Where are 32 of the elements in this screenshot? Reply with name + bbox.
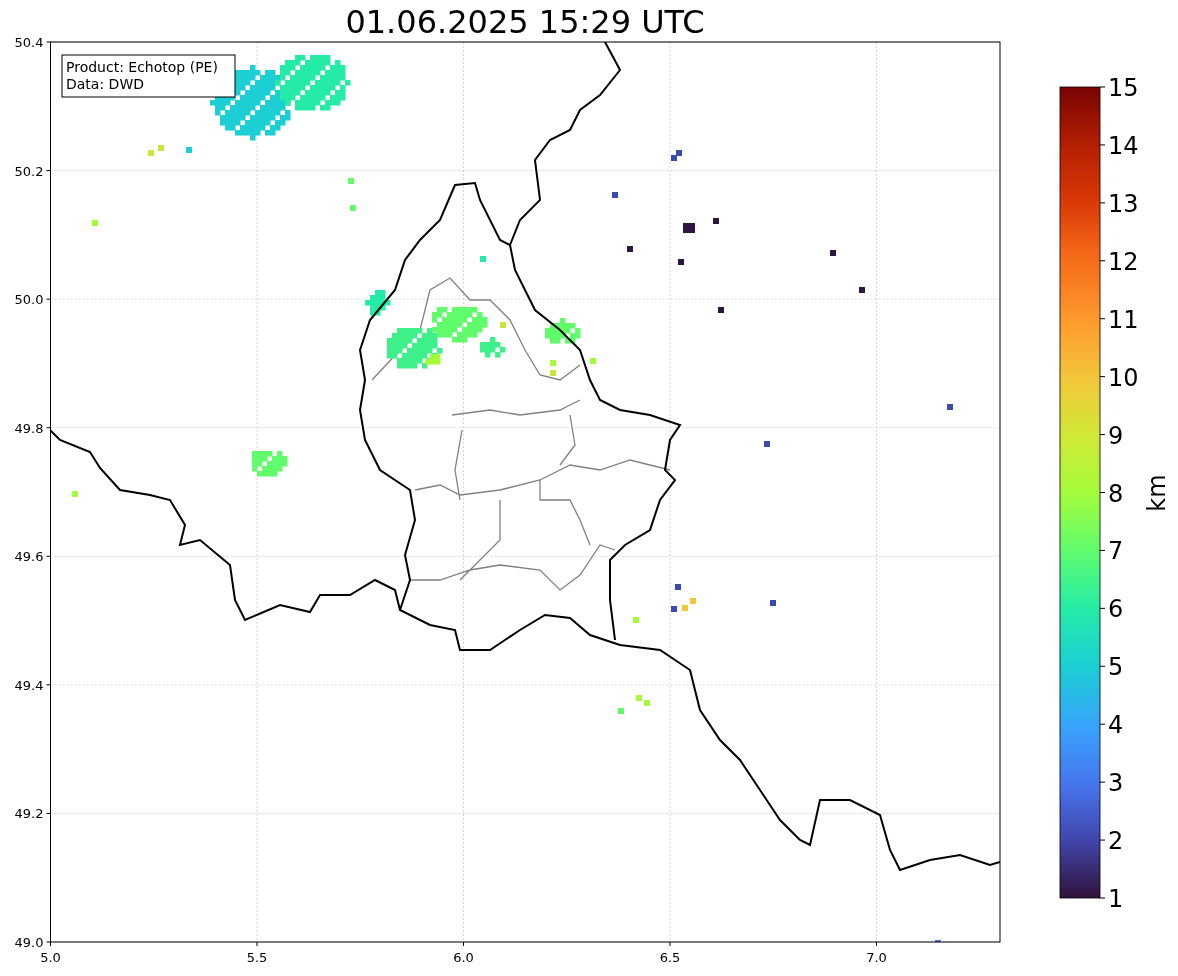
chart-title: 01.06.2025 15:29 UTC bbox=[345, 3, 705, 41]
colorbar-tick-label: 4 bbox=[1108, 711, 1124, 740]
colorbar-label: km bbox=[1143, 474, 1171, 512]
y-tick-label: 49.6 bbox=[14, 549, 44, 565]
colorbar-tick-label: 8 bbox=[1108, 479, 1124, 508]
x-tick-label: 7.0 bbox=[866, 950, 887, 965]
x-tick-label: 5.0 bbox=[40, 950, 61, 965]
colorbar-tick-label: 2 bbox=[1108, 827, 1124, 856]
colorbar-tick-label: 9 bbox=[1108, 421, 1124, 450]
x-tick-label: 6.5 bbox=[659, 950, 681, 965]
y-tick-label: 50.2 bbox=[14, 163, 44, 179]
colorbar-tick-label: 10 bbox=[1108, 363, 1139, 392]
x-tick-label: 6.0 bbox=[453, 950, 474, 965]
colorbar-tick-label: 3 bbox=[1108, 769, 1124, 798]
colorbar-tick-label: 11 bbox=[1108, 305, 1139, 334]
colorbar-tick-label: 6 bbox=[1108, 595, 1124, 624]
colorbar-tick-label: 12 bbox=[1108, 247, 1139, 276]
y-tick-label: 49.2 bbox=[14, 806, 44, 822]
colorbar-tick-label: 14 bbox=[1108, 131, 1139, 160]
y-tick-label: 50.0 bbox=[14, 292, 44, 308]
y-tick-label: 50.4 bbox=[14, 35, 44, 50]
y-tick-label: 49.8 bbox=[14, 420, 44, 436]
colorbar-tick-label: 5 bbox=[1108, 653, 1124, 682]
colorbar-tick-label: 13 bbox=[1108, 189, 1139, 218]
info-text: Product: Echotop (PE) bbox=[66, 59, 218, 75]
info-text: Data: DWD bbox=[66, 76, 144, 92]
x-tick-label: 5.5 bbox=[246, 950, 268, 965]
colorbar-tick-label: 1 bbox=[1108, 885, 1124, 913]
y-tick-label: 49.4 bbox=[14, 677, 44, 693]
colorbar-tick-label: 15 bbox=[1108, 74, 1139, 102]
colorbar-tick-label: 7 bbox=[1108, 537, 1124, 566]
y-tick-label: 49.0 bbox=[14, 935, 44, 950]
